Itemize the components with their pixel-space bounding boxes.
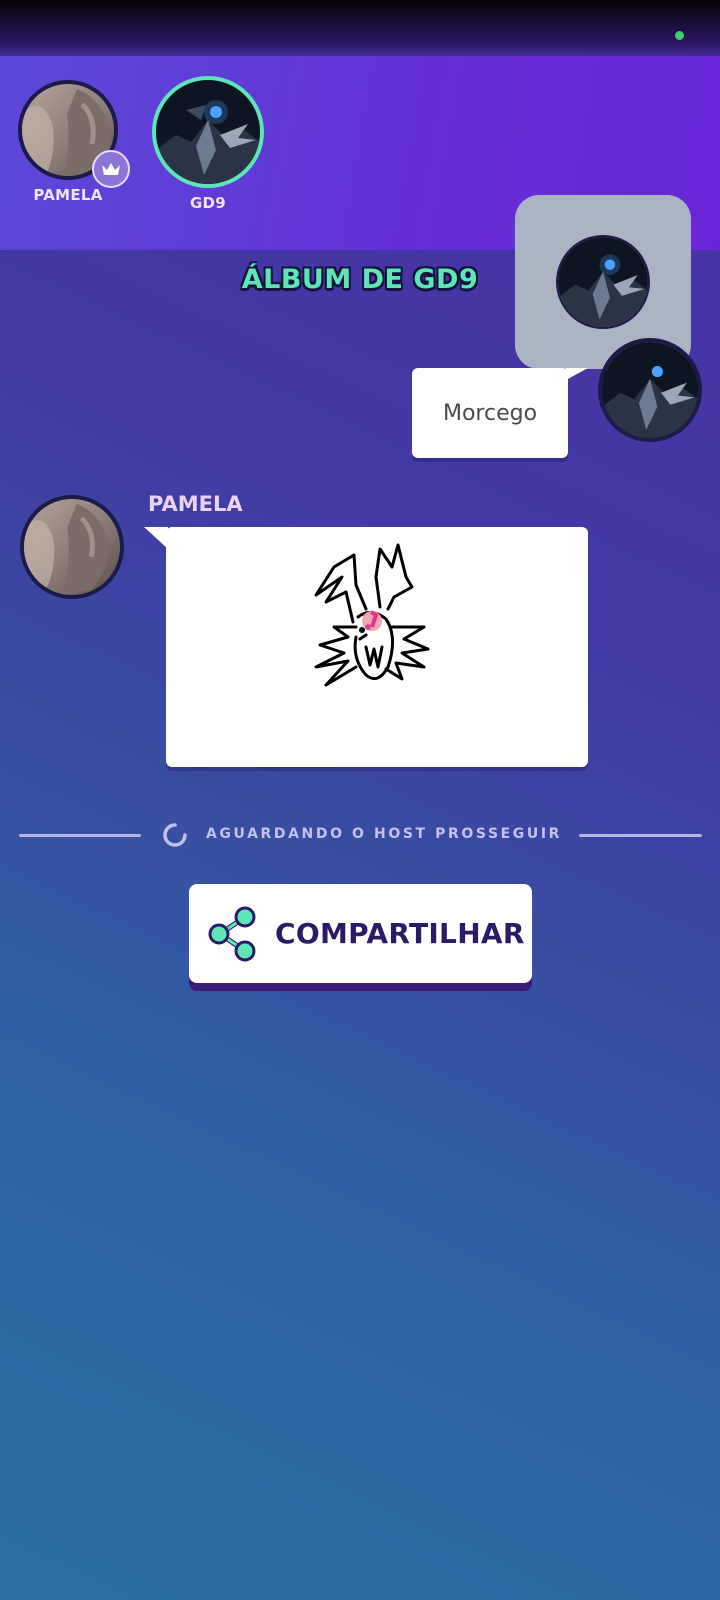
avatar [598, 338, 702, 442]
share-icon [208, 906, 256, 961]
player-gd9[interactable]: GD9 [152, 76, 264, 212]
crown-icon [102, 163, 120, 175]
status-indicator-dot [675, 31, 684, 40]
game-screen: PAMELA GD9 ÁLBUM DE GD9 Morcego PAMELA A… [0, 0, 720, 1600]
doodle-drawing [314, 543, 430, 687]
divider-left [19, 834, 141, 837]
share-button[interactable]: COMPARTILHAR [189, 884, 532, 983]
avatar [20, 495, 124, 599]
share-button-label: COMPARTILHAR [275, 917, 525, 950]
avatar [556, 235, 650, 329]
waiting-status: AGUARDANDO O HOST PROSSEGUIR [0, 818, 720, 852]
loading-spinner-icon [163, 823, 187, 847]
drawer-name: PAMELA [148, 492, 243, 516]
bubble-tail [144, 527, 168, 549]
avatar [152, 76, 264, 188]
bubble-tail [566, 368, 588, 380]
divider-right [579, 834, 702, 837]
player-name: PAMELA [33, 186, 103, 204]
host-crown-badge [92, 150, 130, 188]
drawing-bubble [166, 527, 588, 767]
waiting-text: AGUARDANDO O HOST PROSSEGUIR [206, 826, 563, 842]
guess-bubble: Morcego [412, 368, 568, 458]
status-bar [0, 0, 720, 60]
player-name: GD9 [189, 194, 227, 212]
player-pamela[interactable]: PAMELA [18, 80, 130, 204]
guess-text: Morcego [442, 400, 538, 426]
